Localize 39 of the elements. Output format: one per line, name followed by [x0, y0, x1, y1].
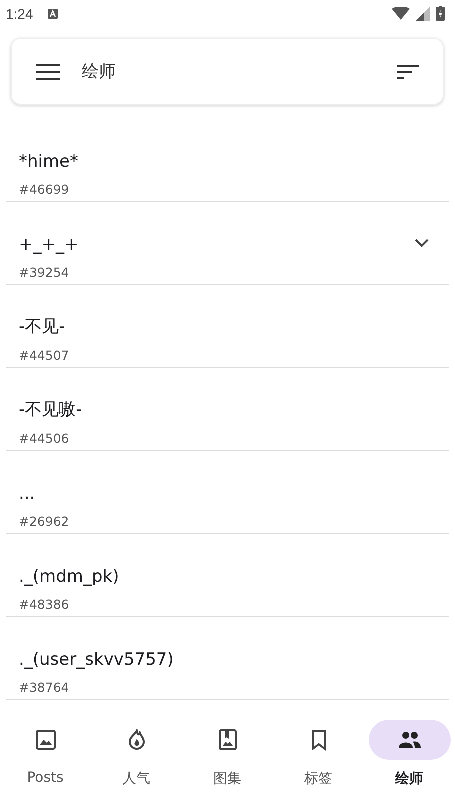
artist-name[interactable]: ._(user_skvv5757) [19, 650, 429, 670]
artist-id: #26962 [19, 514, 70, 530]
artist-id: #39254 [19, 265, 70, 280]
status-time: 1:24 [6, 6, 34, 22]
artist-row[interactable]: -不见嗷- #44506 [6, 368, 449, 452]
sort-icon[interactable] [397, 64, 419, 79]
artist-name[interactable]: -不见嗷- [19, 398, 429, 422]
artist-name[interactable]: ._(mdm_pk) [19, 567, 429, 588]
artist-id: #48386 [19, 597, 70, 612]
artist-row[interactable]: -不见- #44507 [6, 285, 449, 368]
artist-name[interactable]: ... [19, 484, 429, 504]
menu-icon[interactable] [36, 64, 60, 80]
signal-icon [416, 6, 430, 21]
search-bar[interactable]: 绘师 [11, 38, 444, 106]
artist-row[interactable]: ... #26962 [6, 451, 449, 534]
nav-tab[interactable]: 图集 [182, 720, 273, 808]
artist-row[interactable]: ._(user_skvv5757) #38764 [6, 617, 449, 700]
nav-tab[interactable]: Posts [0, 720, 91, 808]
artist-name[interactable]: -不见- [19, 315, 429, 338]
nav-tab[interactable]: 人气 [91, 720, 182, 808]
nav-tab[interactable]: 标签 [273, 720, 364, 808]
artist-id: #38764 [19, 680, 70, 696]
artist-id: #46699 [19, 182, 70, 198]
people-icon [398, 731, 422, 750]
chevron-down-icon[interactable] [415, 238, 429, 248]
album-icon [216, 729, 238, 752]
nav-tab[interactable]: 绘师 [364, 720, 455, 808]
artist-id: #44507 [19, 348, 70, 364]
artist-row[interactable]: +_+_+ #39254 [6, 202, 449, 286]
image-icon [34, 729, 56, 752]
battery-icon [436, 6, 445, 22]
artist-id: #44506 [19, 431, 70, 446]
wifi-icon [392, 6, 410, 21]
artist-row[interactable]: ._(mdm_pk) #48386 [6, 534, 449, 618]
notification-icon [47, 8, 60, 20]
artist-name[interactable]: *hime* [19, 152, 429, 172]
search-title: 绘师 [82, 61, 116, 84]
artist-row[interactable]: *hime* #46699 [6, 119, 449, 202]
artist-name[interactable]: +_+_+ [19, 235, 415, 256]
